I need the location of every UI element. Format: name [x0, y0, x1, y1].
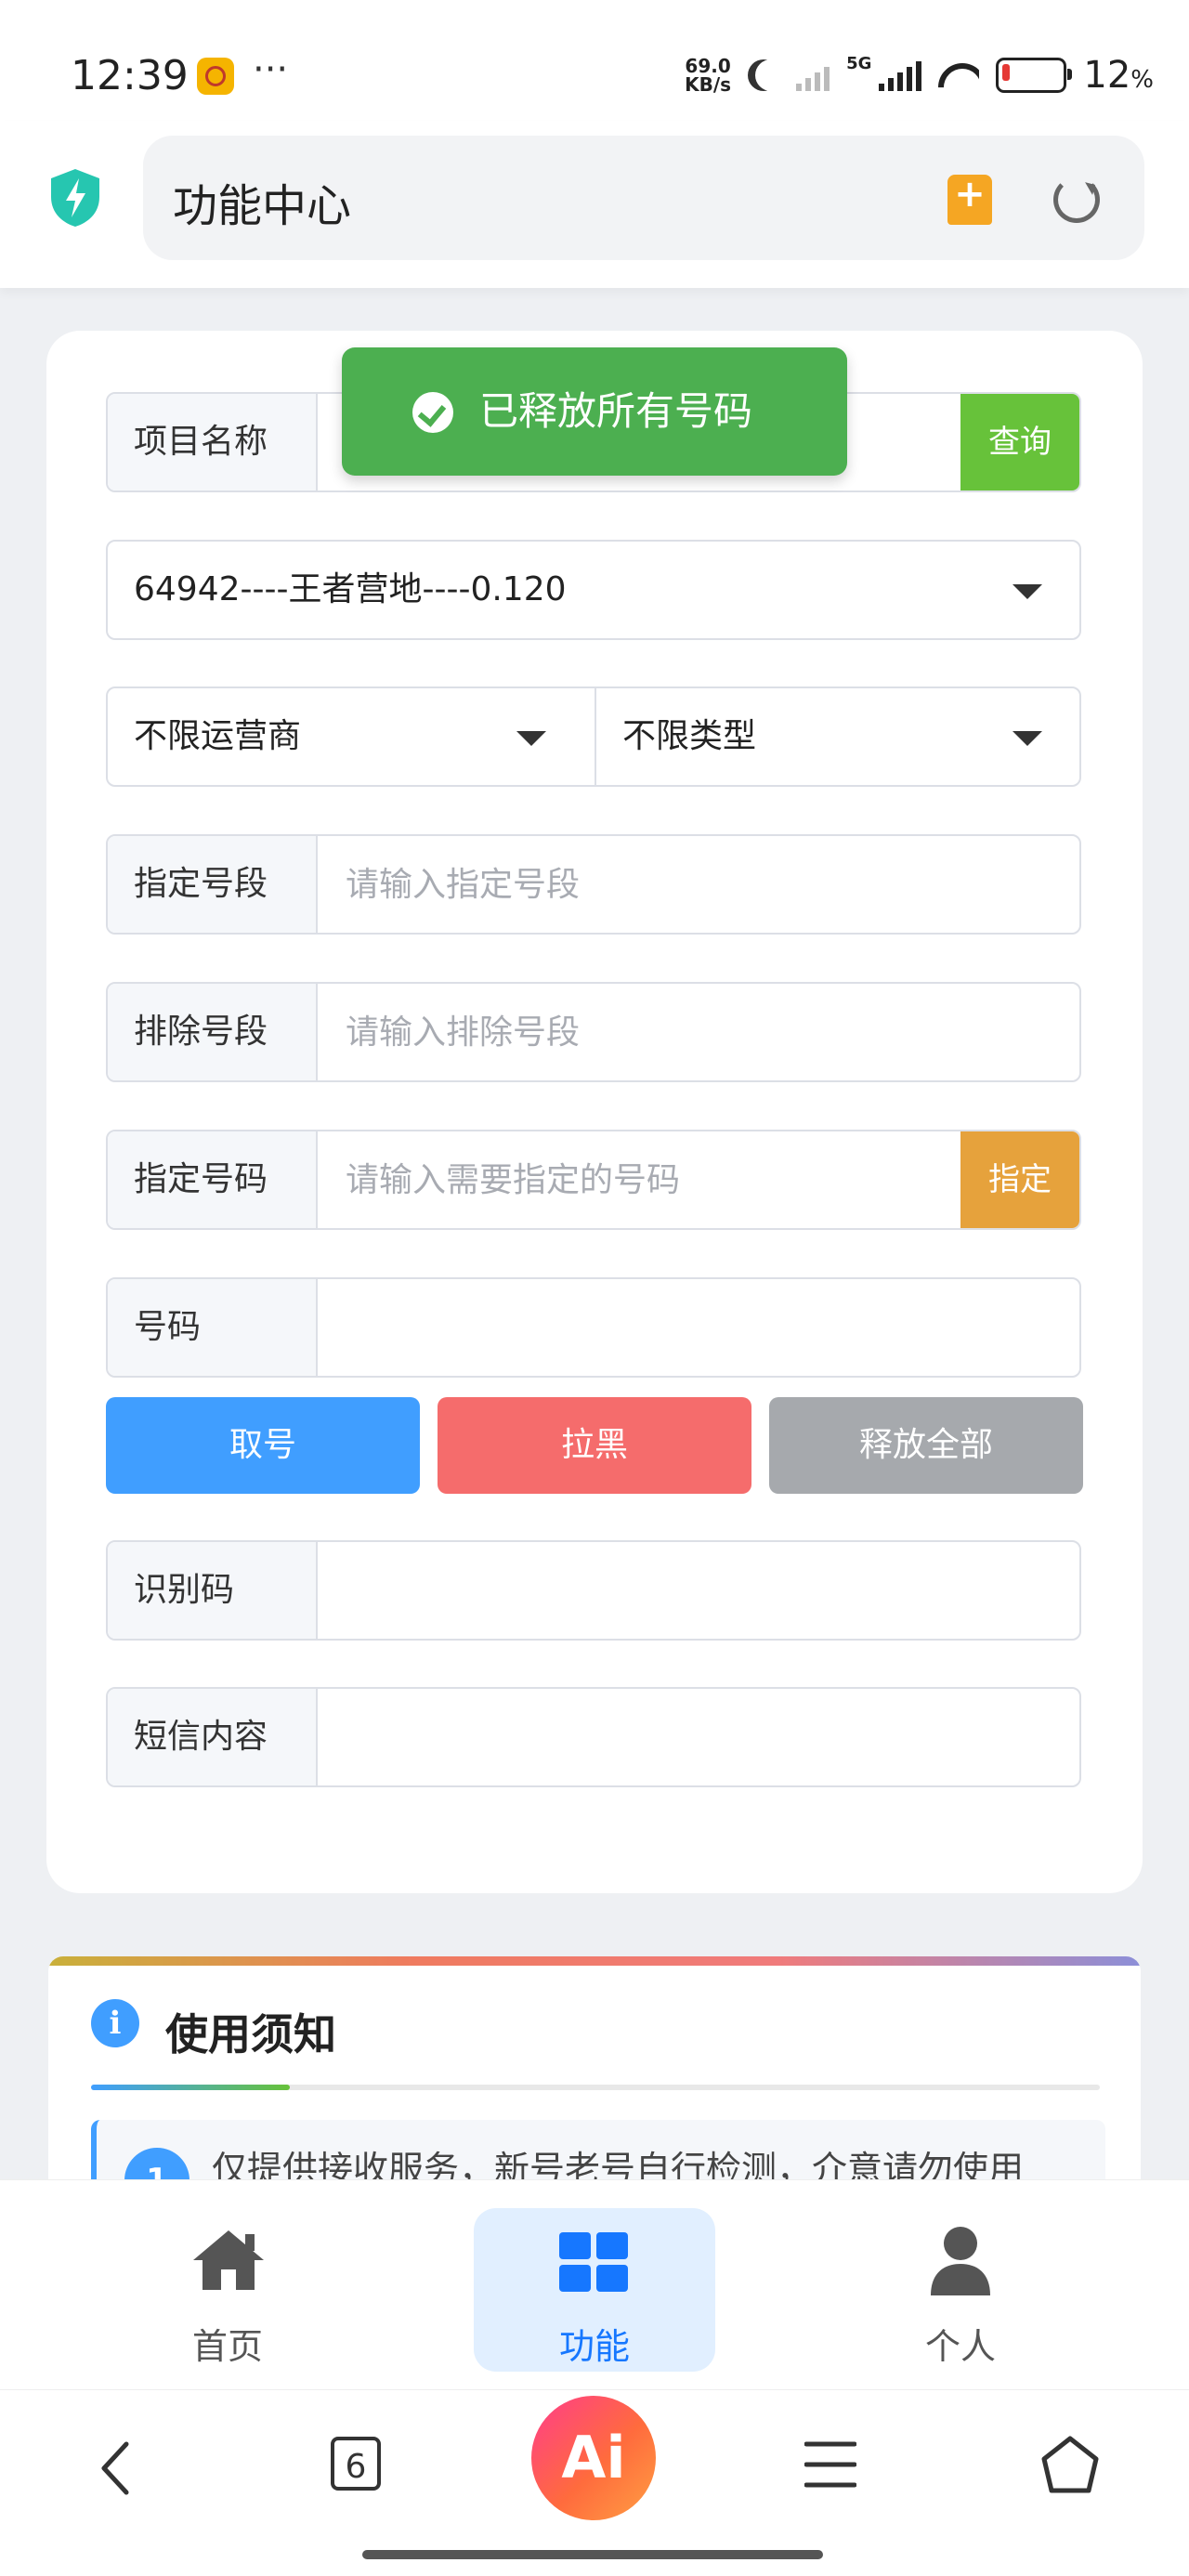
chevron-down-icon — [1013, 731, 1042, 746]
home-icon — [193, 2230, 264, 2290]
back-icon[interactable] — [97, 2440, 134, 2496]
person-icon — [931, 2227, 990, 2295]
get-number-button[interactable]: 取号 — [106, 1397, 420, 1494]
notice-title: 使用须知 — [165, 2009, 336, 2059]
bottom-tab-bar: 首页 功能 个人 — [0, 2179, 1189, 2390]
menu-icon[interactable] — [804, 2440, 856, 2489]
code-input[interactable] — [318, 1542, 1079, 1639]
reload-icon[interactable] — [1053, 177, 1100, 223]
browser-toolbar: 功能中心 — [0, 121, 1189, 288]
code-row: 识别码 — [106, 1540, 1081, 1641]
number-input[interactable] — [318, 1279, 1079, 1376]
app-notification-icon — [197, 58, 234, 95]
project-name-label: 项目名称 — [108, 394, 318, 490]
number-label: 号码 — [108, 1279, 318, 1376]
project-select[interactable]: 64942----王者营地----0.120 — [106, 540, 1081, 640]
assign-number-label: 指定号码 — [108, 1131, 318, 1228]
exclude-prefix-row: 排除号段 — [106, 982, 1081, 1082]
operator-select[interactable]: 不限运营商 — [108, 688, 594, 785]
browser-navigation-bar: 6 Ai — [0, 2389, 1189, 2576]
operator-select-value: 不限运营商 — [134, 717, 302, 755]
tab-home-label: 首页 — [191, 2326, 263, 2367]
include-prefix-label: 指定号段 — [108, 836, 318, 933]
wifi-icon — [938, 59, 979, 91]
number-row: 号码 — [106, 1277, 1081, 1378]
info-icon: i — [91, 1999, 139, 2047]
signal-sim2-icon — [879, 59, 922, 91]
toast-message: 已释放所有号码 — [479, 388, 753, 434]
project-select-value: 64942----王者营地----0.120 — [134, 570, 567, 608]
chevron-down-icon — [1013, 584, 1042, 599]
blacklist-button[interactable]: 拉黑 — [438, 1397, 751, 1494]
home-page-icon[interactable] — [1040, 2435, 1100, 2494]
page-title: 功能中心 — [173, 180, 352, 232]
shield-icon[interactable] — [48, 167, 102, 229]
type-select[interactable]: 不限类型 — [596, 688, 1079, 785]
network-type: 5G — [846, 54, 872, 73]
sms-input[interactable] — [318, 1689, 1079, 1785]
address-bar[interactable]: 功能中心 — [143, 136, 1144, 260]
network-speed: 69.0 KB/s — [685, 55, 732, 96]
battery-percent: 12% — [1083, 54, 1154, 97]
do-not-disturb-icon — [755, 59, 787, 91]
tab-profile[interactable]: 个人 — [840, 2208, 1081, 2372]
tab-profile-label: 个人 — [924, 2326, 996, 2367]
filter-row: 不限运营商 不限类型 — [106, 686, 1081, 787]
assign-button[interactable]: 指定 — [960, 1131, 1079, 1228]
type-select-value: 不限类型 — [622, 717, 757, 755]
notice-card: i 使用须知 1 仅提供接收服务，新号老号自行检测，介意请勿使用 — [48, 1956, 1141, 2198]
clock: 12:39 — [71, 52, 189, 99]
more-notifications-icon: ··· — [253, 48, 289, 91]
query-button[interactable]: 查询 — [960, 394, 1079, 490]
tabs-count-button[interactable]: 6 — [331, 2437, 381, 2491]
notice-accent-bar — [48, 1956, 1141, 1966]
success-toast: 已释放所有号码 — [342, 347, 847, 476]
tab-home[interactable]: 首页 — [107, 2208, 348, 2372]
gesture-home-indicator[interactable] — [362, 2550, 823, 2559]
chevron-down-icon — [516, 731, 546, 746]
tab-function-label: 功能 — [558, 2326, 630, 2367]
signal-sim1-icon — [796, 59, 830, 91]
include-prefix-row: 指定号段 — [106, 834, 1081, 935]
grid-icon — [559, 2232, 628, 2292]
assign-number-row: 指定号码 指定 — [106, 1130, 1081, 1230]
code-label: 识别码 — [108, 1542, 318, 1639]
sms-label: 短信内容 — [108, 1689, 318, 1785]
exclude-prefix-input[interactable] — [318, 984, 1079, 1080]
release-all-button[interactable]: 释放全部 — [769, 1397, 1083, 1494]
notice-divider — [91, 2085, 1100, 2090]
ai-assistant-button[interactable]: Ai — [531, 2396, 656, 2520]
tab-function[interactable]: 功能 — [474, 2208, 715, 2372]
exclude-prefix-label: 排除号段 — [108, 984, 318, 1080]
status-icons: 69.0 KB/s 5G 12% — [685, 54, 1154, 97]
sms-row: 短信内容 — [106, 1687, 1081, 1787]
include-prefix-input[interactable] — [318, 836, 1079, 933]
bookmark-add-icon[interactable] — [947, 173, 992, 225]
check-circle-icon — [412, 392, 453, 433]
assign-number-input[interactable] — [318, 1131, 960, 1228]
battery-icon — [996, 58, 1073, 93]
